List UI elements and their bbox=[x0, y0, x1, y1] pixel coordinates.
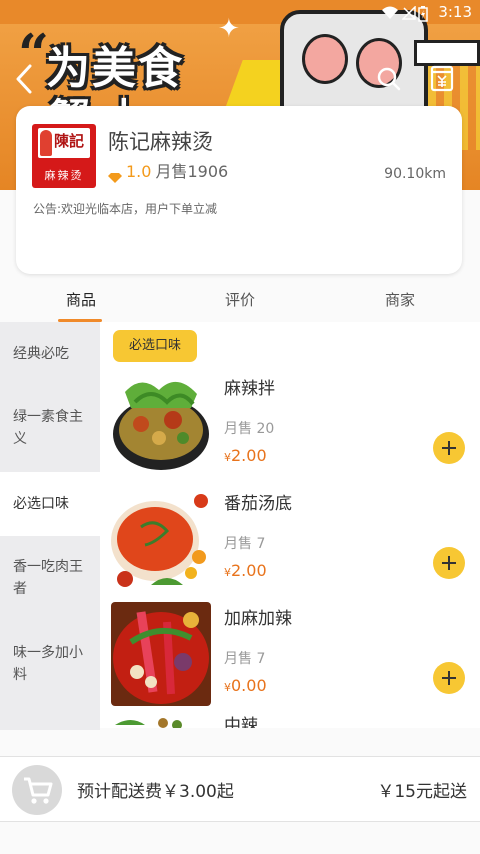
price-value: 2.00 bbox=[231, 446, 267, 465]
store-rating-row: 1.0 月售1906 bbox=[108, 158, 229, 183]
logo-text: 麻辣烫 bbox=[44, 169, 84, 182]
product-name: 麻辣拌 bbox=[224, 379, 275, 399]
category-item[interactable]: 绿一素食主义 bbox=[0, 386, 100, 472]
category-sidebar: 经典必吃 绿一素食主义 必选口味 香一吃肉王者 味一多加小料 bbox=[0, 322, 100, 730]
delivery-fee: 预计配送费￥3.00起 bbox=[77, 782, 234, 802]
category-label: 味一多加小料 bbox=[13, 645, 83, 683]
category-label: 经典必吃 bbox=[13, 346, 69, 362]
category-label: 必选口味 bbox=[13, 496, 69, 512]
price-value: 2.00 bbox=[231, 561, 267, 580]
category-item[interactable]: 经典必吃 bbox=[0, 322, 100, 386]
currency-symbol: ¥ bbox=[224, 451, 231, 464]
tab-products[interactable]: 商品 bbox=[66, 289, 96, 310]
cart-bar: 预计配送费￥3.00起 ￥15元起送 bbox=[0, 756, 480, 822]
store-rating: 1.0 bbox=[126, 162, 152, 181]
product-name: 番茄汤底 bbox=[224, 494, 292, 514]
status-time: 3:13 bbox=[438, 3, 472, 21]
product-sold: 月售 7 bbox=[224, 651, 266, 667]
product-name: 中辣 bbox=[224, 716, 258, 728]
store-distance: 90.10km bbox=[384, 166, 446, 182]
product-price: ¥2.00 bbox=[224, 561, 267, 580]
product-item[interactable]: 番茄汤底 月售 7 ¥2.00 bbox=[100, 487, 480, 597]
search-icon[interactable] bbox=[376, 66, 402, 92]
product-name: 加麻加辣 bbox=[224, 609, 292, 629]
status-bar: 3:13 bbox=[0, 0, 480, 26]
section-title: 必选口味 bbox=[113, 330, 198, 362]
banner-panel bbox=[414, 40, 480, 66]
wifi-icon bbox=[382, 6, 398, 20]
shopping-cart-icon bbox=[24, 777, 53, 804]
category-item[interactable]: 味一多加小料 bbox=[0, 622, 100, 708]
product-image bbox=[111, 717, 211, 728]
store-notice: 公告:欢迎光临本店，用户下单立减 bbox=[33, 202, 218, 216]
product-item[interactable]: 麻辣拌 月售 20 ¥2.00 bbox=[100, 372, 480, 482]
currency-symbol: ¥ bbox=[224, 566, 231, 579]
product-sold: 月售 7 bbox=[224, 536, 266, 552]
plus-icon[interactable] bbox=[433, 432, 465, 464]
plus-icon[interactable] bbox=[433, 662, 465, 694]
paw-pad bbox=[302, 34, 348, 84]
category-label: 绿一素食主义 bbox=[13, 409, 83, 447]
logo-brand: 陳記 bbox=[54, 132, 85, 150]
product-sold: 月售 20 bbox=[224, 421, 275, 437]
product-image bbox=[111, 487, 211, 591]
store-name: 陈记麻辣烫 bbox=[108, 130, 213, 154]
back-arrow-icon[interactable] bbox=[12, 62, 36, 96]
product-list: 必选口味 麻辣拌 月售 20 ¥2.00 番茄汤底 月售 7 ¥2.00 加麻加… bbox=[100, 322, 480, 728]
product-item[interactable]: 加麻加辣 月售 7 ¥0.00 bbox=[100, 602, 480, 712]
plus-icon[interactable] bbox=[433, 547, 465, 579]
store-logo: 陳記 麻辣烫 bbox=[32, 124, 96, 188]
product-price: ¥0.00 bbox=[224, 676, 267, 695]
diamond-icon bbox=[108, 168, 122, 183]
product-item[interactable]: 中辣 bbox=[100, 716, 480, 728]
category-item-selected[interactable]: 必选口味 bbox=[0, 472, 100, 536]
cart-button[interactable] bbox=[12, 765, 62, 815]
bill-icon[interactable] bbox=[430, 64, 454, 92]
store-monthly-sales: 月售1906 bbox=[155, 162, 229, 181]
min-order: ￥15元起送 bbox=[377, 782, 467, 802]
product-price: ¥2.00 bbox=[224, 446, 267, 465]
store-tabs: 商品 评价 商家 bbox=[0, 280, 480, 322]
logo-mascot bbox=[40, 130, 52, 156]
product-image bbox=[111, 372, 211, 476]
price-value: 0.00 bbox=[231, 676, 267, 695]
category-item[interactable]: 香一吃肉王者 bbox=[0, 536, 100, 622]
product-image bbox=[111, 602, 211, 706]
tab-merchant[interactable]: 商家 bbox=[385, 289, 415, 310]
store-info-card: 陳記 麻辣烫 陈记麻辣烫 1.0 月售1906 90.10km 公告:欢迎光临本店… bbox=[16, 106, 462, 274]
tab-reviews[interactable]: 评价 bbox=[225, 289, 255, 310]
signal-off-icon bbox=[401, 5, 416, 20]
battery-icon bbox=[416, 6, 430, 22]
category-label: 香一吃肉王者 bbox=[13, 559, 83, 597]
banner-paw-illustration bbox=[280, 10, 428, 118]
currency-symbol: ¥ bbox=[224, 681, 231, 694]
